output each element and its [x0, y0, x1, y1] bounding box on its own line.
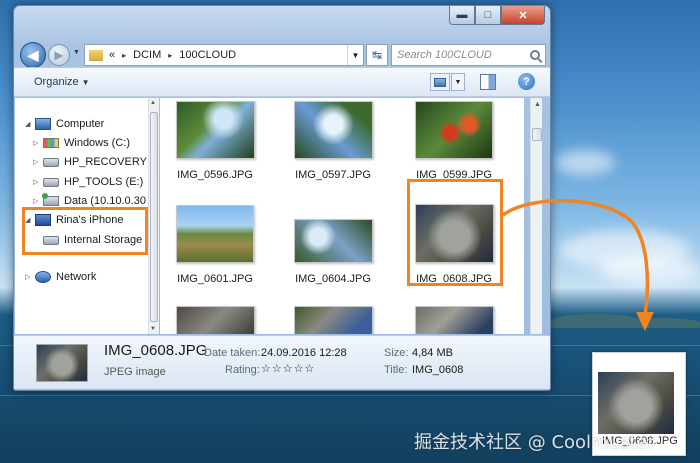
expand-arrow-icon[interactable]: ▷ [33, 178, 43, 186]
title-value[interactable]: IMG_0608 [412, 364, 463, 376]
navigation-pane-scrollbar[interactable]: ▲ ▼ [148, 98, 159, 334]
photo-thumbnail[interactable] [176, 205, 254, 263]
file-name: IMG_0596.JPG [177, 169, 253, 181]
photo-thumbnail[interactable] [293, 219, 373, 263]
size-value: 4,84 MB [412, 347, 453, 359]
network-icon [35, 271, 51, 283]
organize-menu-button[interactable]: Organize ▼ [34, 76, 90, 88]
expand-arrow-icon[interactable]: ▷ [33, 139, 43, 147]
file-item[interactable]: IMG_0597.JPG [278, 101, 388, 181]
maximize-button[interactable]: □ [475, 6, 501, 25]
nav-item-network[interactable]: ▷ Network [25, 271, 96, 283]
back-button[interactable]: ◀ [20, 42, 46, 68]
close-button[interactable]: ✕ [501, 6, 545, 25]
file-item[interactable]: IMG_0596.JPG [160, 101, 270, 181]
date-taken-label: Date taken: [204, 347, 261, 359]
scroll-up-icon[interactable]: ▲ [534, 101, 541, 108]
distant-hill [620, 318, 700, 328]
expand-arrow-icon[interactable]: ▷ [33, 158, 43, 166]
search-input[interactable]: Search 100CLOUD [391, 44, 546, 66]
nav-item-label: Computer [56, 118, 105, 130]
rating-stars[interactable]: ☆☆☆☆☆ [261, 362, 315, 375]
search-placeholder: Search 100CLOUD [397, 49, 492, 61]
help-button[interactable]: ? [518, 73, 535, 90]
refresh-button[interactable]: ↹ [366, 44, 388, 66]
change-view-button[interactable] [430, 73, 450, 91]
navigation-bar: ◀ ▶ ▼ « ▸ DCIM ▸ 100CLOUD ▼ ↹ Search 100… [14, 36, 550, 68]
nav-item-label: Network [56, 271, 97, 283]
preview-pane-button[interactable] [480, 74, 496, 90]
selected-file-highlight-box [407, 179, 503, 286]
nav-item-windows-c[interactable]: ▷ Windows (C:) [33, 137, 130, 149]
expand-arrow-icon[interactable]: ▷ [33, 197, 43, 205]
file-name: IMG_0597.JPG [295, 169, 371, 181]
file-item[interactable]: IMG_0599.JPG [399, 101, 509, 181]
file-item[interactable]: IMG_0604.JPG [278, 219, 388, 285]
photo-thumbnail[interactable] [175, 101, 255, 159]
file-list-scrollbar[interactable]: ▲ [530, 98, 542, 334]
details-pane: IMG_0608.JPG JPEG image Date taken: 24.0… [14, 335, 550, 389]
size-label: Size: [384, 347, 409, 359]
recent-pages-dropdown-icon[interactable]: ▼ [73, 49, 80, 56]
nav-item-computer[interactable]: ◢ Computer [25, 118, 104, 130]
command-toolbar: Organize ▼ ▼ ? [14, 67, 550, 97]
address-bar[interactable]: « ▸ DCIM ▸ 100CLOUD ▼ [84, 44, 364, 66]
photo-thumbnail[interactable] [175, 306, 255, 334]
watermark: 掘金技术社区 @ Coolmuster [414, 432, 655, 453]
file-name: IMG_0601.JPG [177, 273, 253, 285]
file-name: IMG_0604.JPG [295, 273, 371, 285]
address-separator[interactable]: ▸ [168, 51, 172, 60]
nav-item-label: HP_RECOVERY (D [64, 156, 148, 168]
chevron-down-icon: ▼ [81, 78, 90, 87]
breadcrumb-dcim[interactable]: DCIM [133, 49, 161, 61]
preview-photo [598, 372, 674, 434]
details-thumbnail [36, 344, 88, 382]
nav-item-label: Windows (C:) [64, 137, 131, 149]
address-dropdown-icon[interactable]: ▼ [347, 45, 363, 65]
expand-arrow-icon[interactable]: ◢ [25, 120, 35, 128]
caption-buttons: ▬ □ ✕ [449, 6, 545, 25]
forward-button[interactable]: ▶ [48, 44, 70, 66]
photo-thumbnail[interactable] [415, 101, 493, 159]
file-item[interactable]: IMG_0601.JPG [160, 205, 270, 285]
details-file-name: IMG_0608.JPG [104, 342, 208, 359]
cloud [600, 255, 700, 285]
scroll-up-icon[interactable]: ▲ [150, 100, 156, 106]
computer-icon [35, 118, 51, 130]
breadcrumb-100cloud[interactable]: 100CLOUD [179, 49, 236, 61]
windows-drive-icon [43, 138, 59, 148]
nav-item-hp-tools[interactable]: ▷ HP_TOOLS (E:) [33, 176, 143, 188]
photo-thumbnail[interactable] [293, 306, 373, 334]
view-options-dropdown[interactable]: ▼ [451, 73, 465, 91]
nav-item-label: Data (10.10.0.30 ( [64, 195, 148, 207]
folder-icon [89, 49, 103, 61]
nav-item-label: HP_TOOLS (E:) [64, 176, 144, 188]
rating-label: Rating: [225, 364, 260, 376]
drive-icon [43, 157, 59, 167]
file-item[interactable] [399, 306, 509, 334]
organize-label: Organize [34, 76, 79, 88]
cloud [555, 150, 615, 175]
minimize-button[interactable]: ▬ [449, 6, 475, 25]
drive-icon [43, 177, 59, 187]
file-item[interactable] [278, 306, 388, 334]
scrollbar-thumb[interactable] [150, 112, 158, 322]
address-separator[interactable]: ▸ [122, 51, 126, 60]
scrollbar-thumb[interactable] [532, 128, 542, 141]
scroll-down-icon[interactable]: ▼ [150, 326, 156, 332]
nav-item-hp-recovery[interactable]: ▷ HP_RECOVERY (D [33, 156, 148, 168]
title-label: Title: [384, 364, 408, 376]
photo-thumbnail[interactable] [293, 101, 373, 159]
device-highlight-box [22, 207, 148, 255]
expand-arrow-icon[interactable]: ▷ [25, 273, 35, 281]
date-taken-value[interactable]: 24.09.2016 12:28 [261, 347, 347, 359]
nav-item-data-share[interactable]: ▷ Data (10.10.0.30 ( [33, 193, 148, 207]
details-file-type: JPEG image [104, 366, 166, 378]
view-icon [434, 77, 446, 87]
network-drive-icon [42, 193, 59, 206]
search-icon[interactable] [530, 50, 540, 60]
photo-thumbnail[interactable] [414, 306, 494, 334]
address-overflow[interactable]: « [109, 49, 115, 61]
file-item[interactable] [160, 306, 270, 334]
